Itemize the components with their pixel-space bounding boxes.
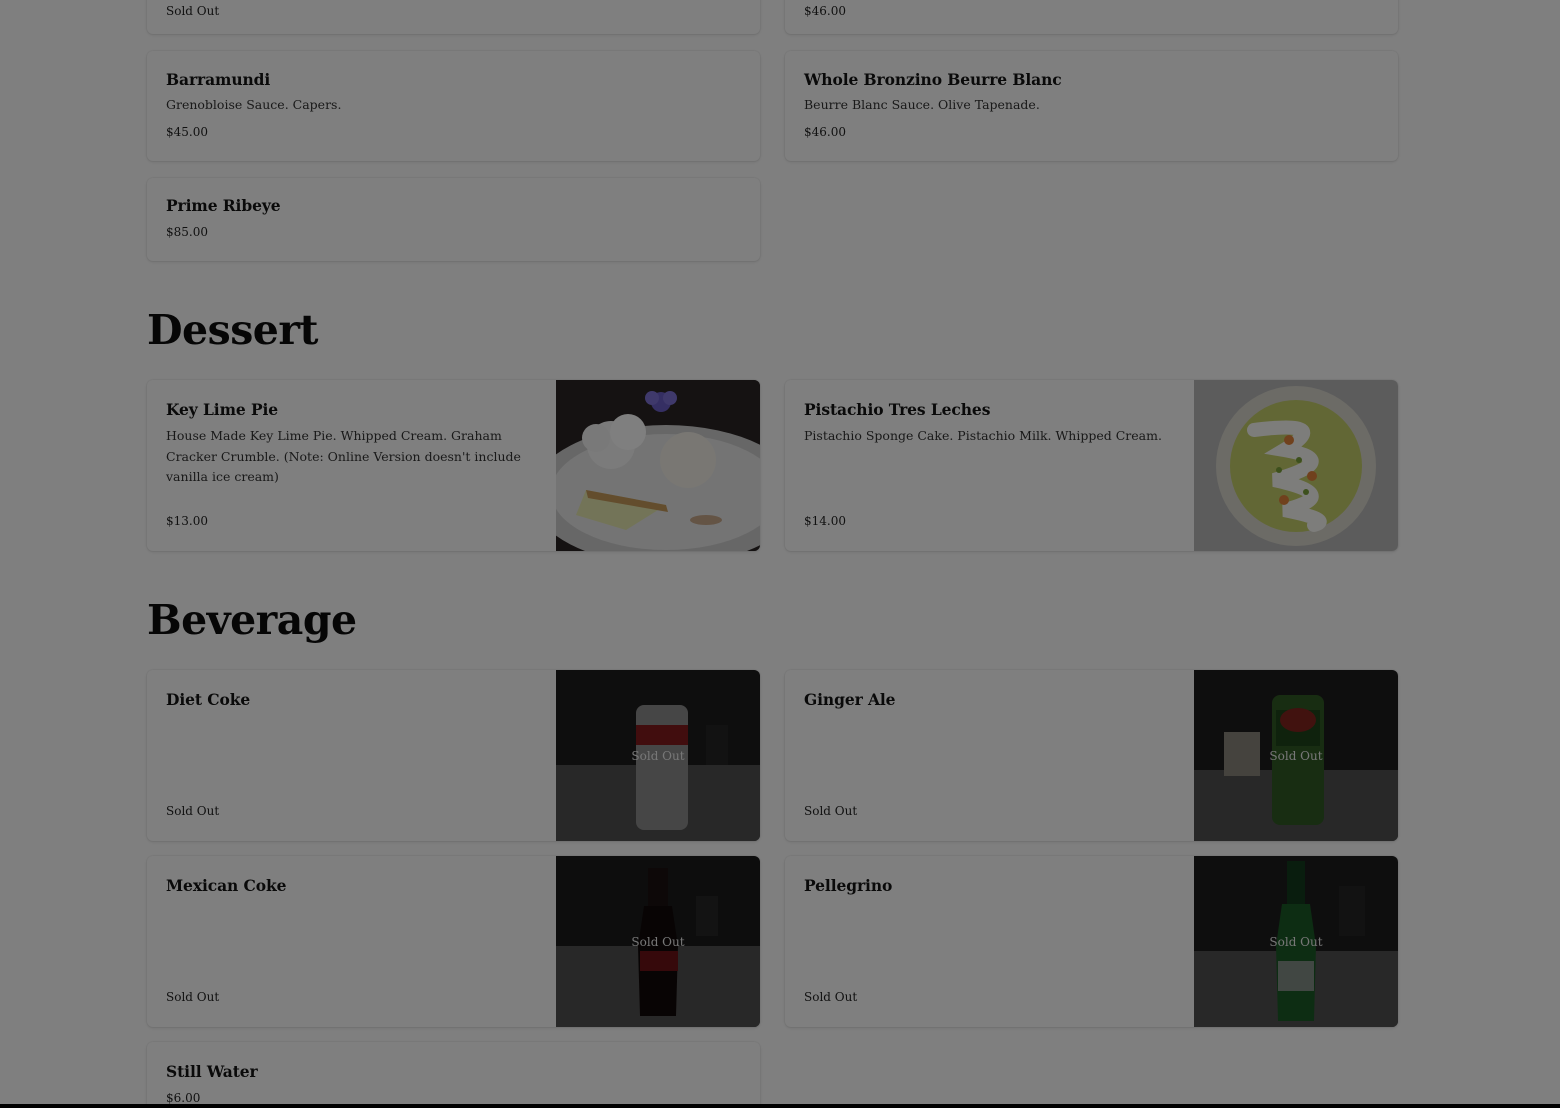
modal-backdrop[interactable] <box>0 0 1560 1108</box>
bottom-edge-bar <box>0 1104 1560 1108</box>
menu-page: Sold Out $46.00 Barramundi Grenobloise S… <box>0 0 1560 1108</box>
